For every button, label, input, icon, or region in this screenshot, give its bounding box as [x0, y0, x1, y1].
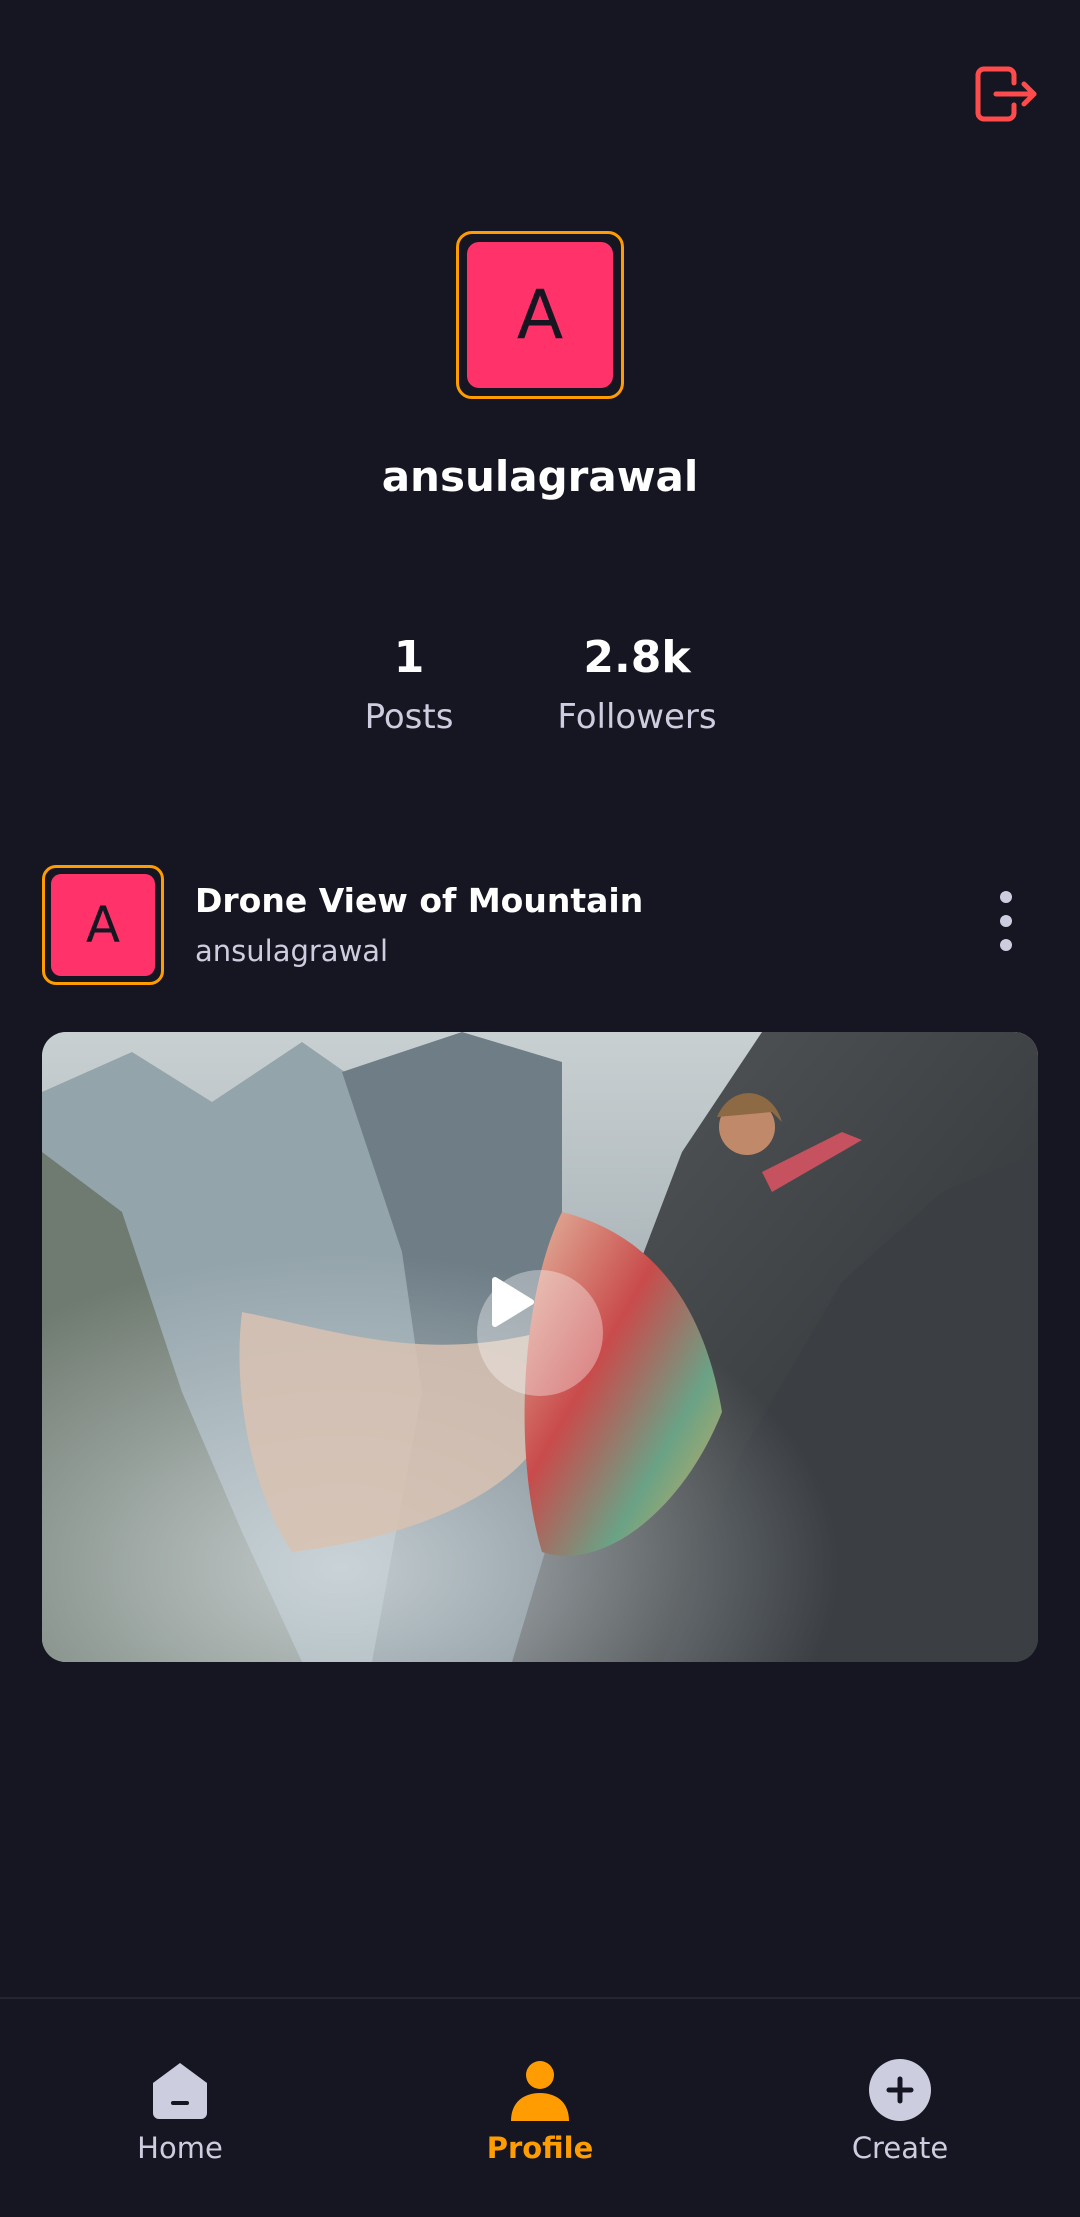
post-menu-button[interactable] [986, 885, 1026, 957]
tab-create-label: Create [851, 2131, 949, 2165]
profile-icon [511, 2061, 569, 2121]
tab-home[interactable]: Home [80, 2057, 280, 2165]
menu-dot-icon [1000, 891, 1012, 903]
menu-dot-icon [1000, 939, 1012, 951]
play-icon [492, 1277, 534, 1327]
play-button[interactable] [477, 1270, 603, 1396]
followers-label: Followers [557, 697, 717, 737]
post-header: A Drone View of Mountain ansulagrawal [42, 865, 1038, 985]
post-author: ansulagrawal [195, 934, 389, 968]
posts-stat: 1 Posts [329, 628, 489, 742]
home-icon [153, 2063, 207, 2119]
tab-home-label: Home [137, 2131, 223, 2165]
bottom-tab-bar: Home Profile Create [0, 1997, 1080, 2217]
menu-dot-icon [1000, 915, 1012, 927]
tab-create[interactable]: Create [800, 2057, 1000, 2165]
profile-avatar-letter: A [467, 242, 613, 388]
tab-profile-label: Profile [486, 2131, 594, 2165]
posts-count: 1 [393, 632, 425, 683]
logout-icon [975, 66, 1037, 122]
followers-stat: 2.8k Followers [537, 628, 737, 742]
tab-profile[interactable]: Profile [440, 2057, 640, 2165]
profile-username: ansulagrawal [381, 452, 699, 501]
post-title: Drone View of Mountain [195, 881, 644, 920]
profile-screen: A ansulagrawal 1 Posts 2.8k Followers A … [0, 0, 1080, 2217]
post-avatar-letter: A [51, 874, 155, 976]
followers-count: 2.8k [583, 632, 691, 683]
logout-button[interactable] [968, 60, 1044, 128]
post-author-avatar: A [42, 865, 164, 985]
plus-icon [869, 2059, 931, 2121]
profile-avatar: A [456, 231, 624, 399]
posts-label: Posts [364, 697, 454, 737]
video-thumbnail[interactable] [42, 1032, 1038, 1662]
